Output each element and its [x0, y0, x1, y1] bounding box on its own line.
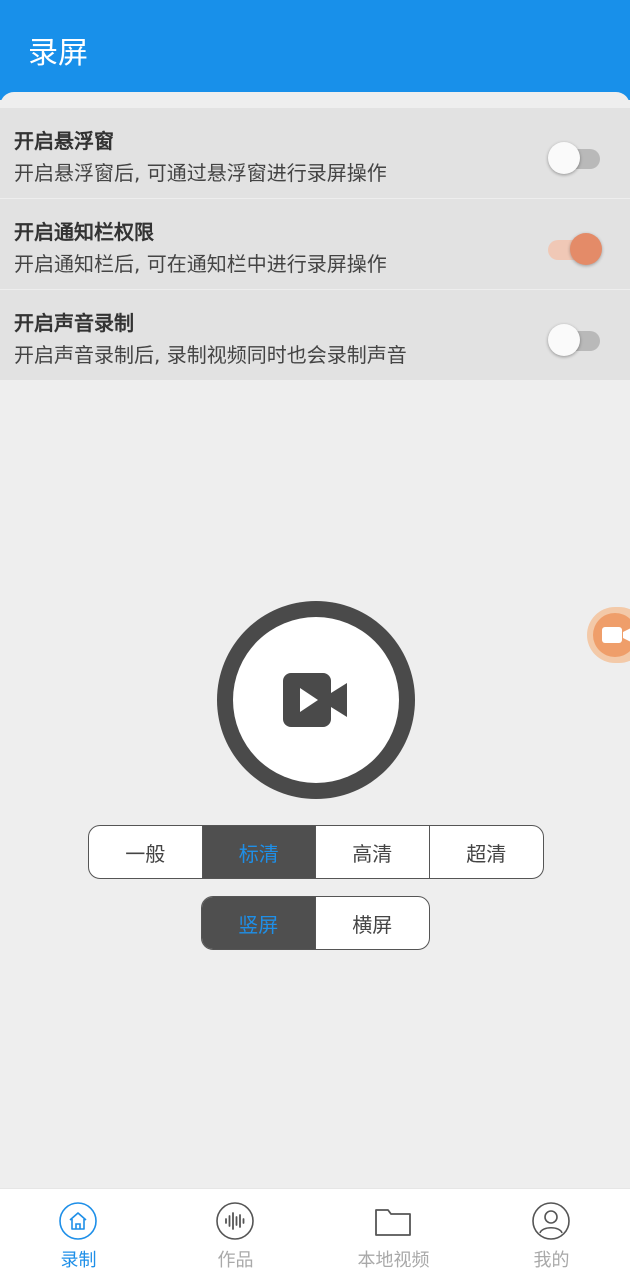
- notification-bar-toggle[interactable]: [548, 229, 602, 265]
- bottom-tab-bar: 录制 作品 本地视频 我的: [0, 1188, 630, 1280]
- quality-selector: 一般 标清 高清 超清: [88, 825, 544, 879]
- floating-window-toggle[interactable]: [548, 138, 600, 174]
- setting-notification-bar: 开启通知栏权限 开启通知栏后, 可在通知栏中进行录屏操作: [0, 199, 630, 289]
- toggle-knob: [570, 233, 602, 265]
- page-title: 录屏: [28, 36, 88, 71]
- tab-mine[interactable]: 我的: [473, 1189, 630, 1280]
- user-icon: [532, 1202, 570, 1240]
- quality-option-normal[interactable]: 一般: [89, 826, 203, 878]
- app-header: 录屏: [0, 0, 630, 100]
- quality-option-hd[interactable]: 高清: [316, 826, 430, 878]
- tab-label: 作品: [217, 1250, 254, 1271]
- record-button[interactable]: [217, 601, 415, 799]
- tab-local-video[interactable]: 本地视频: [315, 1189, 472, 1280]
- video-camera-icon: [593, 613, 630, 657]
- setting-sound-recording: 开启声音录制 开启声音录制后, 录制视频同时也会录制声音: [0, 290, 630, 380]
- orientation-selector: 竖屏 横屏: [201, 896, 430, 950]
- setting-title: 开启通知栏权限: [14, 220, 154, 244]
- audio-wave-icon: [216, 1202, 254, 1240]
- folder-icon: [375, 1209, 411, 1236]
- tab-label: 我的: [533, 1250, 570, 1271]
- tab-works[interactable]: 作品: [157, 1189, 314, 1280]
- tab-label: 本地视频: [357, 1250, 430, 1271]
- setting-floating-window: 开启悬浮窗 开启悬浮窗后, 可通过悬浮窗进行录屏操作: [0, 108, 630, 198]
- floating-record-widget[interactable]: [587, 607, 630, 663]
- quality-option-sd[interactable]: 标清: [202, 826, 316, 878]
- setting-title: 开启悬浮窗: [14, 129, 114, 153]
- toggle-knob: [548, 142, 580, 174]
- orientation-option-landscape[interactable]: 横屏: [316, 897, 430, 949]
- setting-description: 开启通知栏后, 可在通知栏中进行录屏操作: [14, 252, 387, 276]
- home-icon: [59, 1202, 97, 1240]
- video-camera-play-icon: [283, 673, 347, 727]
- setting-title: 开启声音录制: [14, 311, 134, 335]
- tab-record[interactable]: 录制: [0, 1189, 157, 1280]
- setting-description: 开启声音录制后, 录制视频同时也会录制声音: [14, 343, 407, 367]
- tab-label: 录制: [60, 1250, 97, 1271]
- sound-recording-toggle[interactable]: [548, 320, 600, 356]
- toggle-knob: [548, 324, 580, 356]
- quality-option-uhd[interactable]: 超清: [430, 826, 544, 878]
- setting-description: 开启悬浮窗后, 可通过悬浮窗进行录屏操作: [14, 161, 387, 185]
- orientation-option-portrait[interactable]: 竖屏: [202, 897, 316, 949]
